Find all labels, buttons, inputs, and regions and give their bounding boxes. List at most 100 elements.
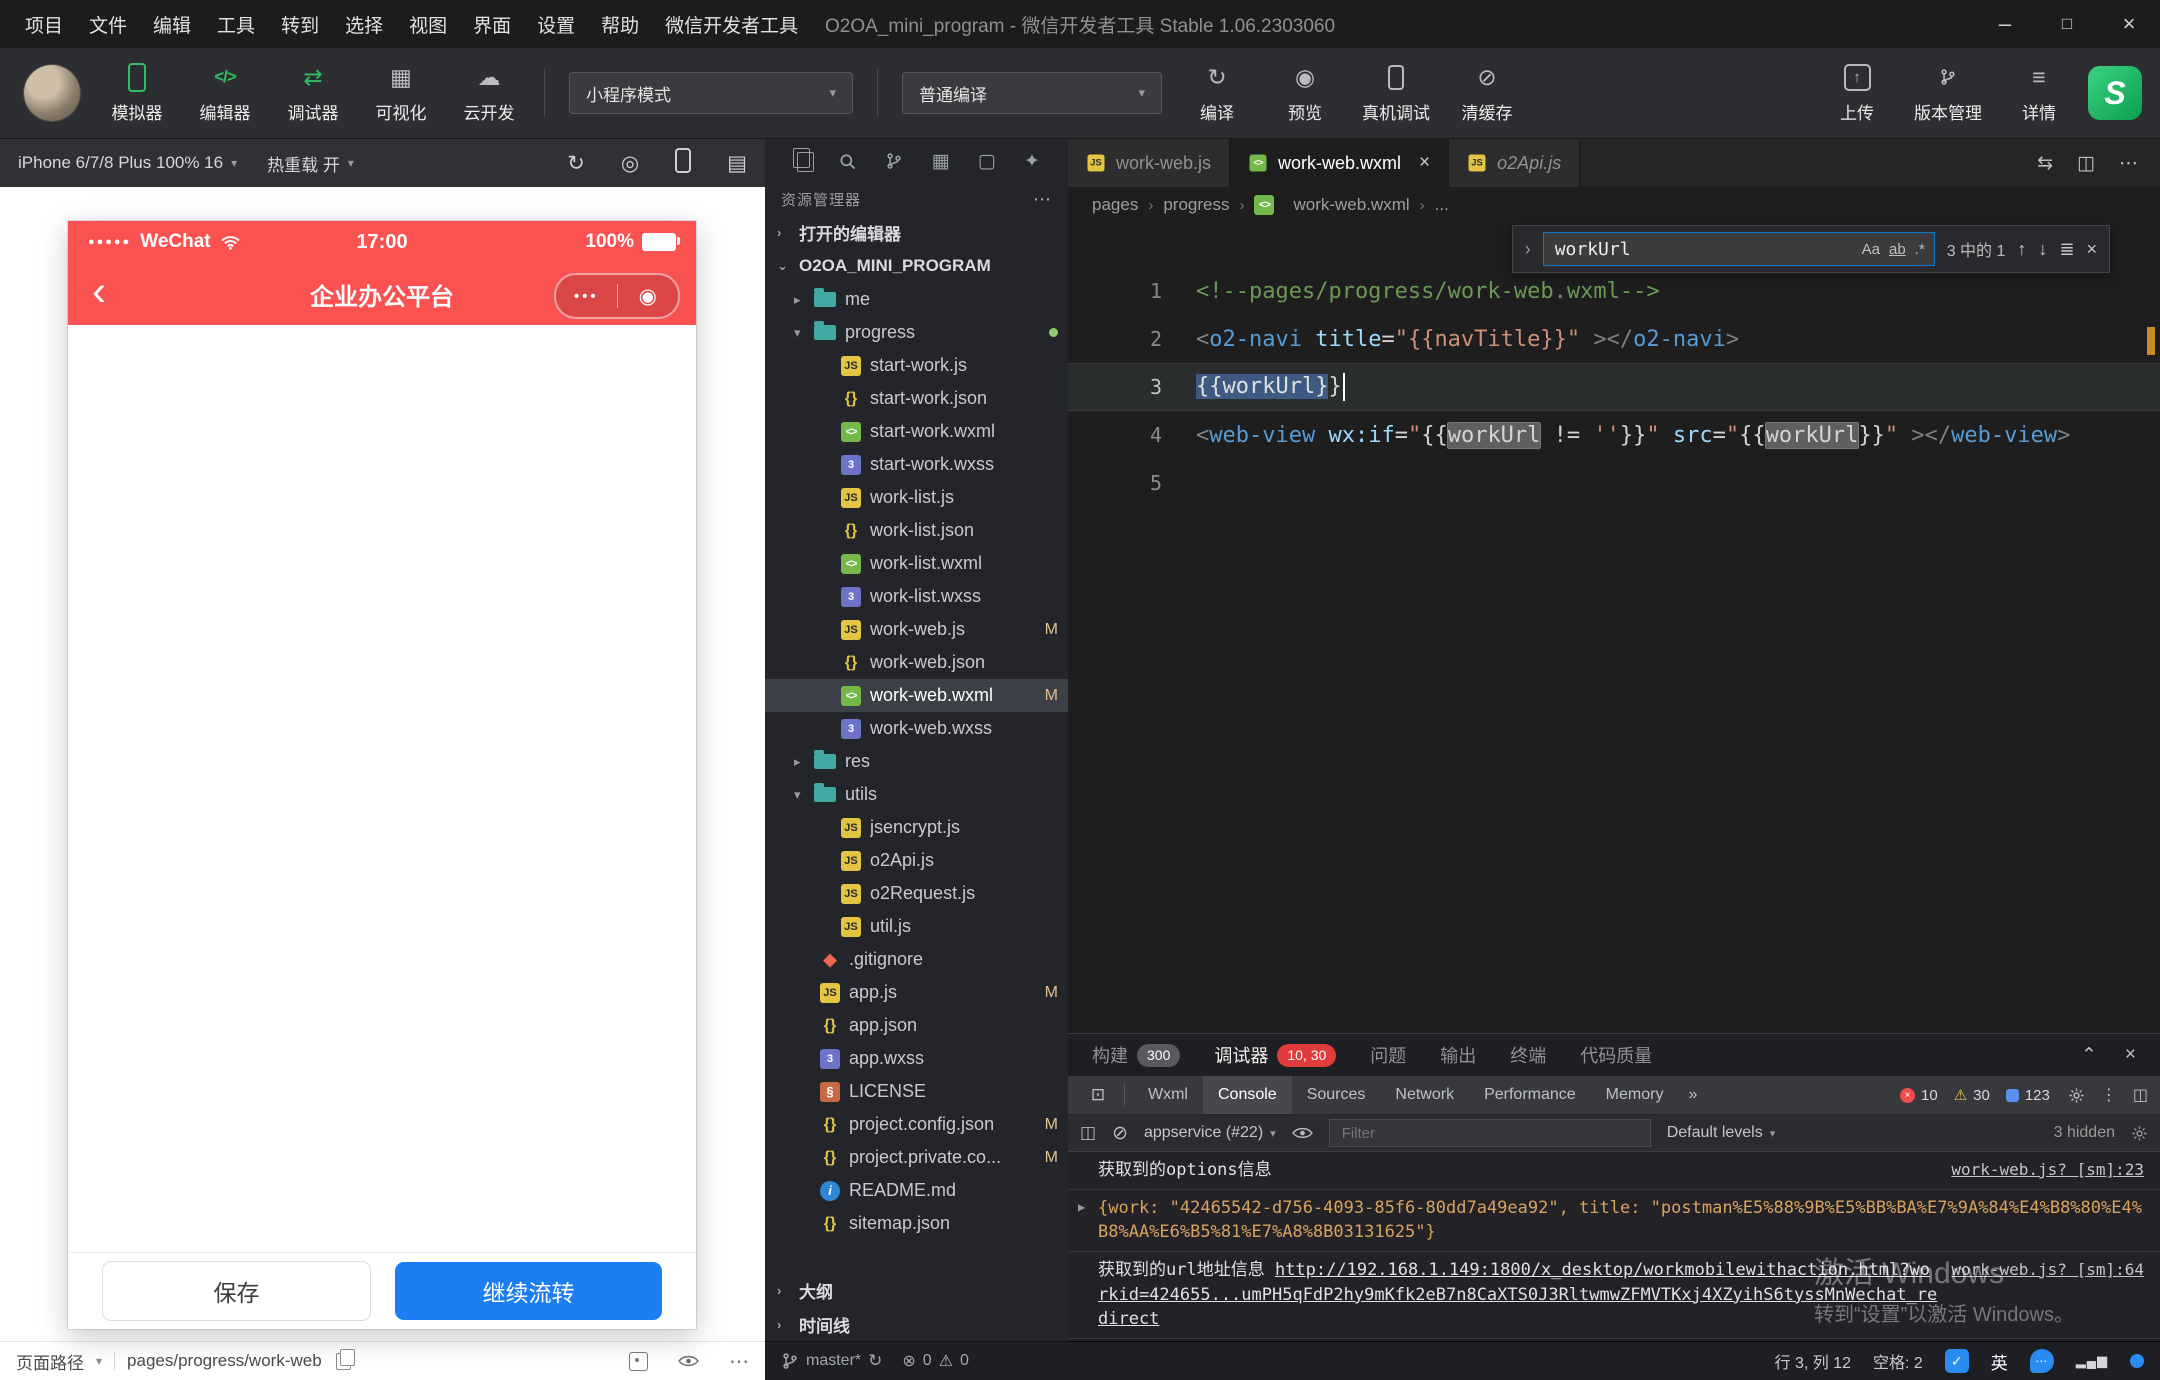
tree-item[interactable]: ▾utils [765, 778, 1068, 811]
tree-item[interactable]: {}project.private.co...M [765, 1141, 1068, 1174]
preview-button[interactable]: ◉预览 [1274, 62, 1336, 124]
info-count[interactable]: 123 [2006, 1087, 2050, 1104]
more-tabs-icon[interactable]: » [1678, 1086, 1707, 1104]
live-expression-eye-icon[interactable] [1292, 1126, 1313, 1140]
extensions-icon[interactable]: ▦ [932, 150, 950, 173]
dock-side-icon[interactable]: ◫ [2133, 1085, 2148, 1105]
breadcrumb-item[interactable]: work-web.wxml [1293, 195, 1409, 215]
find-input[interactable] [1553, 238, 1853, 261]
device-select[interactable]: iPhone 6/7/8 Plus 100% 16 ▾ [18, 153, 237, 173]
menubar-item[interactable]: 视图 [396, 11, 460, 38]
more-actions-icon[interactable]: ⋯ [2119, 152, 2138, 175]
app-market-icon[interactable]: ✦ [1024, 150, 1040, 173]
details-button[interactable]: ≡详情 [2008, 62, 2070, 124]
close-icon[interactable]: × [2098, 0, 2160, 48]
console-source-link[interactable]: work-web.js? [sm]:23 [1951, 1158, 2144, 1181]
close-icon[interactable]: × [2086, 239, 2097, 260]
ime-check-icon[interactable]: ✓ [1945, 1349, 1969, 1373]
search-icon[interactable] [838, 152, 857, 171]
upload-button[interactable]: ↑上传 [1826, 62, 1888, 124]
git-branch-indicator[interactable]: master* ↻ [781, 1351, 882, 1371]
console-settings-icon[interactable] [2131, 1125, 2148, 1142]
preview-eye-icon[interactable] [678, 1354, 699, 1368]
tree-item[interactable]: §LICENSE [765, 1075, 1068, 1108]
tree-item[interactable]: 3start-work.wxss [765, 448, 1068, 481]
previous-match-icon[interactable]: ↑ [2017, 239, 2026, 260]
hot-reload-select[interactable]: 热重载 开 ▾ [267, 151, 354, 176]
visualization-button[interactable]: ▦可视化 [370, 62, 432, 124]
whole-word-icon[interactable]: ab [1889, 241, 1906, 258]
tree-item[interactable]: 3work-list.wxss [765, 580, 1068, 613]
expand-caret-icon[interactable]: ▶ [1078, 1199, 1085, 1216]
tree-item[interactable]: ▸res [765, 745, 1068, 778]
open-editors-section[interactable]: › 打开的编辑器 [765, 215, 1068, 249]
cloud-dev-button[interactable]: ☁云开发 [458, 62, 520, 124]
split-editor-icon[interactable]: ◫ [2077, 152, 2095, 175]
maximize-icon[interactable]: □ [2036, 0, 2098, 48]
menubar-item[interactable]: 文件 [76, 11, 140, 38]
compile-button[interactable]: ↻编译 [1186, 62, 1248, 124]
menubar-item[interactable]: 帮助 [588, 11, 652, 38]
indentation-setting[interactable]: 空格: 2 [1873, 1349, 1923, 1373]
tree-item[interactable]: {}sitemap.json [765, 1207, 1068, 1240]
menubar-item[interactable]: 微信开发者工具 [652, 11, 811, 38]
window-icon[interactable]: ▢ [978, 150, 996, 173]
settings-gear-icon[interactable] [2068, 1087, 2085, 1104]
warning-count[interactable]: ⚠30 [1954, 1086, 1990, 1104]
menubar-item[interactable]: 设置 [524, 11, 588, 38]
files-icon[interactable] [793, 148, 810, 174]
source-control-icon[interactable] [885, 152, 903, 170]
chevron-down-icon[interactable]: ▾ [96, 1354, 102, 1368]
version-control-button[interactable]: 版本管理 [1914, 62, 1982, 124]
outline-section[interactable]: › 大纲 [765, 1273, 1068, 1307]
tree-item[interactable]: JSwork-list.js [765, 481, 1068, 514]
ime-language-indicator[interactable]: 英 [1991, 1349, 2008, 1374]
tree-item[interactable]: {}app.json [765, 1009, 1068, 1042]
chevron-right-icon[interactable]: ▸ [794, 754, 814, 770]
problems-indicator[interactable]: ⊗0 ⚠0 [902, 1351, 969, 1371]
timeline-section[interactable]: › 时间线 [765, 1307, 1068, 1341]
message-bubble-icon[interactable]: ⋯ [2030, 1349, 2054, 1373]
sync-icon[interactable]: ↻ [868, 1351, 882, 1371]
remote-debug-button[interactable]: 真机调试 [1362, 62, 1430, 124]
user-avatar[interactable] [24, 65, 80, 121]
filter-input[interactable] [1340, 1124, 1640, 1143]
refresh-icon[interactable]: ↻ [567, 151, 585, 176]
breadcrumb-item[interactable]: pages [1092, 195, 1138, 215]
console-url-link[interactable]: http://192.168.1.149:1800/x_desktop/work… [1098, 1260, 1937, 1329]
menubar-item[interactable]: 编辑 [140, 11, 204, 38]
forward-button[interactable]: 继续流转 [395, 1262, 662, 1320]
tree-item[interactable]: JSstart-work.js [765, 349, 1068, 382]
chevron-down-icon[interactable]: ▾ [794, 787, 814, 803]
tree-item[interactable]: ◆.gitignore [765, 943, 1068, 976]
inspect-element-icon[interactable]: ⊡ [1080, 1085, 1116, 1105]
devtools-tab-network[interactable]: Network [1380, 1076, 1469, 1114]
mode-select[interactable]: 小程序模式 ▾ [569, 72, 853, 114]
tree-item[interactable]: <>work-web.wxmlM [765, 679, 1068, 712]
menubar-item[interactable]: 工具 [204, 11, 268, 38]
devtools-tab-wxml[interactable]: Wxml [1133, 1076, 1203, 1114]
tree-item[interactable]: ▾progress [765, 316, 1068, 349]
tree-item[interactable]: 3work-web.wxss [765, 712, 1068, 745]
panel-tab[interactable]: 代码质量 [1580, 1042, 1652, 1068]
menubar-item[interactable]: 转到 [268, 11, 332, 38]
panel-tab[interactable]: 调试器10, 30 [1214, 1042, 1336, 1068]
tree-item[interactable]: {}work-list.json [765, 514, 1068, 547]
back-arrow-icon[interactable]: ‹ [68, 270, 130, 312]
devtools-tab-memory[interactable]: Memory [1591, 1076, 1679, 1114]
tree-item[interactable]: JSapp.jsM [765, 976, 1068, 1009]
editor-tab[interactable]: <>work-web.wxml× [1230, 139, 1449, 187]
close-mini-program-icon[interactable]: ◉ [618, 284, 679, 309]
devtools-tab-performance[interactable]: Performance [1469, 1076, 1591, 1114]
record-icon[interactable]: ◎ [621, 151, 639, 176]
console-source-link[interactable]: work-web.js? [sm]:64 [1951, 1258, 2144, 1281]
menubar-item[interactable]: 项目 [12, 11, 76, 38]
tree-item[interactable]: <>start-work.wxml [765, 415, 1068, 448]
menubar-item[interactable]: 选择 [332, 11, 396, 38]
tree-item[interactable]: JSwork-web.jsM [765, 613, 1068, 646]
tree-item[interactable]: iREADME.md [765, 1174, 1068, 1207]
collapse-panel-icon[interactable]: ⌃ [2081, 1044, 2097, 1067]
save-button[interactable]: 保存 [102, 1261, 371, 1321]
breadcrumb[interactable]: pages›progress›<>work-web.wxml›... [1068, 187, 2160, 223]
tree-item[interactable]: {}project.config.jsonM [765, 1108, 1068, 1141]
